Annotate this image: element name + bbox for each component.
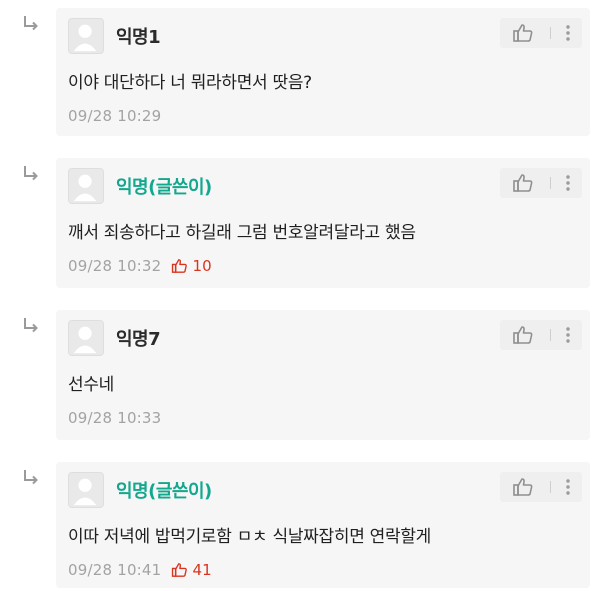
reply-arrow-icon (24, 318, 38, 333)
comment-author: 익명7 (116, 329, 161, 350)
comment-card: 익명7 선수네 09/28 10:33 (56, 310, 590, 440)
action-divider (550, 481, 551, 493)
reply-arrow-icon (24, 16, 38, 31)
comment-timestamp: 09/28 10:29 (68, 107, 162, 125)
comment-actions (500, 472, 582, 502)
reply-comment: 익명1 이야 대단하다 너 뭐라하면서 땃음? 09/28 10:29 (0, 0, 600, 140)
reply-arrow-icon (24, 470, 38, 485)
thumbs-up-icon[interactable] (512, 325, 534, 345)
comment-author-op: 익명(글쓴이) (116, 481, 212, 502)
more-vertical-icon[interactable] (563, 21, 573, 45)
action-divider (550, 177, 551, 189)
vote-count: 41 (171, 561, 212, 579)
default-avatar-icon (68, 472, 104, 508)
thumbs-up-icon (172, 259, 188, 273)
thumbs-up-icon[interactable] (512, 23, 534, 43)
more-vertical-icon[interactable] (563, 475, 573, 499)
default-avatar-icon (68, 320, 104, 356)
reply-comment: 익명(글쓴이) 깨서 죄송하다고 하길래 그럼 번호알려달라고 했음 09/28… (0, 150, 600, 292)
reply-comment: 익명(글쓴이) 이따 저녁에 밥먹기로함 ㅁㅊ 식날짜잡히면 연락할게 09/2… (0, 454, 600, 591)
comment-thread: 익명1 이야 대단하다 너 뭐라하면서 땃음? 09/28 10:29 익명(글… (0, 0, 600, 591)
comment-actions (500, 168, 582, 198)
thumbs-up-icon (172, 563, 188, 577)
comment-actions (500, 18, 582, 48)
more-vertical-icon[interactable] (563, 323, 573, 347)
comment-body: 깨서 죄송하다고 하길래 그럼 번호알려달라고 했음 (68, 223, 416, 243)
thumbs-up-icon[interactable] (512, 477, 534, 497)
comment-actions (500, 320, 582, 350)
comment-body: 선수네 (68, 375, 115, 395)
comment-card: 익명1 이야 대단하다 너 뭐라하면서 땃음? 09/28 10:29 (56, 8, 590, 136)
vote-count: 10 (171, 257, 212, 275)
default-avatar-icon (68, 168, 104, 204)
comment-meta: 09/28 10:41 41 (68, 561, 212, 579)
comment-author: 익명1 (116, 27, 161, 48)
comment-body: 이야 대단하다 너 뭐라하면서 땃음? (68, 73, 312, 93)
comment-card: 익명(글쓴이) 깨서 죄송하다고 하길래 그럼 번호알려달라고 했음 09/28… (56, 158, 590, 288)
comment-card: 익명(글쓴이) 이따 저녁에 밥먹기로함 ㅁㅊ 식날짜잡히면 연락할게 09/2… (56, 462, 590, 588)
action-divider (550, 329, 551, 341)
action-divider (550, 27, 551, 39)
more-vertical-icon[interactable] (563, 171, 573, 195)
comment-meta: 09/28 10:33 (68, 409, 161, 427)
comment-timestamp: 09/28 10:41 (68, 561, 162, 579)
default-avatar-icon (68, 18, 104, 54)
vote-count-value: 10 (192, 257, 212, 275)
reply-comment: 익명7 선수네 09/28 10:33 (0, 302, 600, 444)
reply-arrow-icon (24, 166, 38, 181)
comment-timestamp: 09/28 10:33 (68, 409, 162, 427)
comment-meta: 09/28 10:32 10 (68, 257, 212, 275)
vote-count-value: 41 (192, 561, 212, 579)
comment-meta: 09/28 10:29 (68, 107, 161, 125)
comment-body: 이따 저녁에 밥먹기로함 ㅁㅊ 식날짜잡히면 연락할게 (68, 527, 431, 547)
comment-timestamp: 09/28 10:32 (68, 257, 162, 275)
comment-author-op: 익명(글쓴이) (116, 177, 212, 198)
thumbs-up-icon[interactable] (512, 173, 534, 193)
